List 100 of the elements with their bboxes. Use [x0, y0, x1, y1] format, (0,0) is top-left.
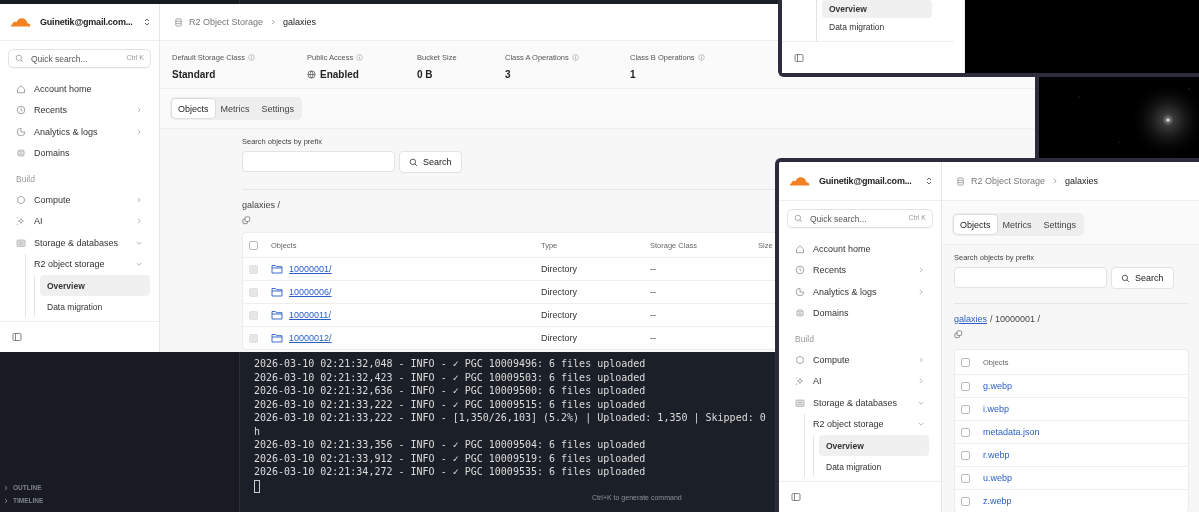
chevron-icon — [135, 260, 143, 269]
chevron-icon — [917, 287, 925, 296]
sidebar-item[interactable]: R2 object storage — [805, 413, 933, 435]
pie-chart-icon — [795, 286, 805, 297]
hexagon-icon — [16, 194, 26, 205]
chevron-icon — [917, 377, 925, 386]
terminal-line: 2026-03-10 02:21:33,222 - INFO - ✓ PGC 10009515: 6 files uploaded — [254, 397, 646, 411]
tab[interactable]: Settings — [1037, 215, 1083, 234]
object-link[interactable]: i.webp — [983, 404, 1009, 414]
sidebar-item[interactable]: Overview — [822, 0, 932, 18]
folder-icon — [271, 333, 283, 343]
sidebar-item[interactable]: Recents — [8, 99, 151, 121]
info-icon — [356, 53, 364, 61]
breadcrumb-link[interactable]: R2 Object Storage — [189, 17, 264, 27]
checkbox[interactable] — [961, 357, 970, 367]
checkbox[interactable] — [961, 450, 970, 460]
object-link[interactable]: r.webp — [983, 450, 1010, 460]
checkbox[interactable] — [961, 473, 970, 483]
sparkle-icon — [16, 216, 26, 227]
prefix-search-field[interactable] — [954, 267, 1107, 288]
sidebar-item[interactable]: Compute — [8, 189, 151, 211]
account-name: Guinetik@gmail.com... — [819, 176, 912, 186]
sidebar-toggle-icon[interactable] — [794, 52, 804, 63]
stat-value: Enabled — [320, 69, 359, 80]
stat-value: 0 B — [417, 69, 433, 80]
path-link[interactable]: galaxies — [954, 314, 988, 324]
sidebar-item[interactable]: Account home — [787, 238, 933, 260]
home-icon — [795, 243, 805, 254]
sidebar-item[interactable]: Recents — [787, 259, 933, 281]
chevron-icon — [135, 217, 143, 226]
sidebar-item[interactable]: Analytics & logs — [8, 121, 151, 143]
copy-icon[interactable] — [242, 216, 251, 225]
tab[interactable]: Objects — [172, 99, 215, 118]
sidebar-item[interactable]: Overview — [40, 275, 150, 296]
sidebar-item[interactable]: Data migration — [40, 296, 150, 317]
sidebar-toggle-icon[interactable] — [12, 332, 22, 342]
object-link[interactable]: g.webp — [983, 381, 1013, 391]
sidebar-item[interactable]: Storage & databases — [8, 232, 151, 254]
stat-value: 3 — [505, 69, 511, 80]
checkbox[interactable] — [961, 404, 970, 414]
chevron-icon — [1051, 177, 1060, 185]
terminal-line: h — [254, 424, 261, 438]
object-link[interactable]: z.webp — [983, 496, 1012, 506]
checkbox[interactable] — [249, 240, 258, 250]
database-icon — [956, 176, 965, 186]
chevron-icon — [269, 18, 278, 26]
sidebar-item[interactable]: AI — [787, 370, 933, 392]
globe-icon — [307, 70, 316, 79]
breadcrumb-current: galaxies — [1065, 176, 1099, 186]
breadcrumb-link[interactable]: R2 Object Storage — [971, 176, 1046, 186]
prefix-search-field[interactable] — [242, 151, 395, 172]
checkbox[interactable] — [961, 427, 970, 437]
copy-icon[interactable] — [954, 330, 963, 339]
path-text: galaxies / — [242, 200, 281, 210]
sidebar-item[interactable]: Domains — [8, 142, 151, 164]
search-button[interactable]: Search — [399, 151, 462, 173]
tab[interactable]: Objects — [954, 215, 997, 234]
folder-icon — [271, 310, 283, 320]
table-cell-text: -- — [650, 287, 657, 297]
clock-icon — [795, 265, 805, 276]
sidebar-toggle-icon[interactable] — [791, 492, 801, 502]
tab[interactable]: Metrics — [214, 99, 256, 118]
sidebar-item[interactable]: Data migration — [819, 456, 929, 477]
object-link[interactable]: metadata.json — [983, 427, 1040, 437]
globe-icon — [16, 148, 26, 159]
object-link[interactable]: u.webp — [983, 473, 1013, 483]
sidebar-item[interactable]: Analytics & logs — [787, 281, 933, 303]
table-cell-text: -- — [650, 310, 657, 320]
chevron-icon — [135, 195, 143, 204]
sidebar-item[interactable]: Storage & databases — [787, 392, 933, 414]
table-cell-text: -- — [650, 333, 657, 343]
sidebar-item[interactable]: Domains — [787, 302, 933, 324]
sidebar-item[interactable]: Data migration — [822, 18, 932, 36]
terminal-line: 2026-03-10 02:21:34,272 - INFO - ✓ PGC 10009535: 6 files uploaded — [254, 465, 646, 479]
sidebar-item[interactable]: Account home — [8, 78, 151, 100]
chevron-icon — [917, 355, 925, 364]
sidebar-item[interactable]: R2 object storage — [26, 253, 151, 275]
checkbox[interactable] — [961, 496, 970, 506]
tab[interactable]: Metrics — [996, 215, 1038, 234]
breadcrumb-current: galaxies — [283, 17, 317, 27]
terminal-line: 2026-03-10 02:21:32,048 - INFO - ✓ PGC 10009496: 6 files uploaded — [254, 357, 646, 371]
tab[interactable]: Settings — [255, 99, 301, 118]
info-icon — [697, 53, 705, 61]
search-button[interactable]: Search — [1111, 267, 1174, 289]
switcher-icon[interactable] — [143, 17, 151, 27]
terminal-line: 2026-03-10 02:21:33,222 - INFO - [1,350/26,103] (5.2%) | Uploaded: 1,350 | Skipped: 0 — [254, 411, 766, 425]
table-cell-text: -- — [650, 264, 657, 274]
table-cell-text: Directory — [541, 287, 578, 297]
database-icon — [174, 17, 183, 27]
terminal-cursor — [254, 479, 260, 493]
sidebar-item[interactable]: Overview — [819, 435, 929, 456]
nav-section-label: Build — [794, 332, 815, 346]
sidebar-item[interactable]: Compute — [787, 349, 933, 371]
folder-icon — [271, 264, 283, 274]
table-cell-text: Directory — [541, 264, 578, 274]
sidebar-item[interactable]: AI — [8, 210, 151, 232]
switcher-icon[interactable] — [925, 176, 933, 186]
search-icon — [15, 54, 24, 63]
checkbox[interactable] — [961, 381, 970, 391]
storage-icon — [16, 237, 26, 248]
